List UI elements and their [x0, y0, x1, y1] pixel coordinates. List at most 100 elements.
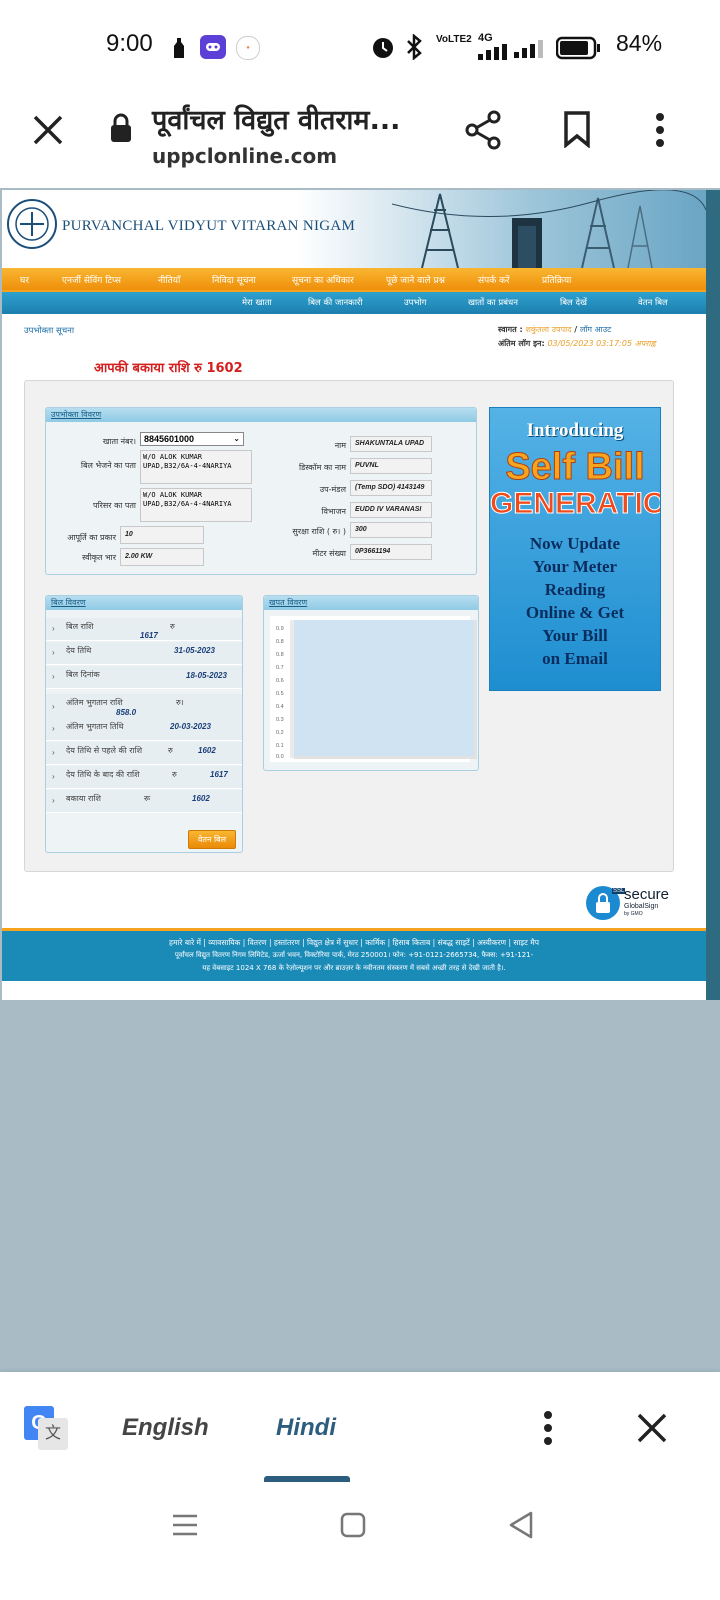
list-item: › देय तिथि 31-05-2023 — [46, 642, 242, 665]
translate-bar: G 文 English Hindi — [0, 1372, 720, 1484]
nav-contact[interactable]: संपर्क करें — [478, 273, 510, 286]
premises-address-field[interactable]: W/O ALOK KUMAR UPAD,B32/6A-4-4NARIYA — [140, 488, 252, 522]
source-language[interactable]: English — [122, 1414, 209, 1442]
list-item: › बिल दिनांक 18-05-2023 — [46, 666, 242, 689]
consumer-panel-title: उपभोक्ता विवरण — [46, 408, 476, 422]
sanctioned-load-field: 2.00 KW — [120, 548, 204, 566]
browser-toolbar: पूर्वांचल विद्युत वीतराम... uppclonline.… — [0, 92, 720, 188]
name-label: नाम — [334, 441, 346, 450]
list-item: › बिल राशि रु 1617 — [46, 618, 242, 641]
ad-line: Your Bill — [542, 626, 608, 645]
more-options-icon[interactable] — [654, 112, 666, 148]
bookmark-icon[interactable] — [562, 110, 592, 148]
close-icon[interactable] — [32, 114, 64, 146]
footer-links[interactable]: हमारे बारे में | व्यावसायिक | वितरण | हस… — [2, 938, 706, 948]
ssl-main: secure — [624, 886, 670, 903]
google-translate-icon[interactable]: G 文 — [24, 1406, 70, 1450]
nav-feedback[interactable]: प्रतिक्रिया — [542, 273, 571, 286]
ad-line: Online & Get — [525, 603, 625, 622]
row-currency: रु — [168, 746, 173, 755]
close-translate-icon[interactable] — [636, 1412, 668, 1444]
target-language[interactable]: Hindi — [276, 1414, 336, 1442]
list-item: › अंतिम भुगतान राशि रु। 858.0 — [46, 694, 242, 719]
y-tick: 0.8 — [276, 652, 284, 658]
discom-label: डिस्कॉम का नाम — [298, 463, 346, 472]
recent-apps-icon[interactable] — [172, 1512, 198, 1538]
row-label: देय तिथि के बाद की राशि — [66, 770, 140, 779]
subdivision-label: उप-मंडल — [319, 485, 346, 494]
account-label: खाता नंबर। — [102, 437, 136, 446]
ssl-secure-badge[interactable]: SSL secure GlobalSign by GMO — [586, 886, 682, 920]
section-label: उपभोक्ता सूचना — [24, 326, 75, 336]
nav-energy-tips[interactable]: एनर्जी सेविंग टिप्स — [62, 273, 121, 286]
nav-tenders[interactable]: निविदा सूचना — [212, 273, 256, 286]
nav-view-bill[interactable]: बिल देखें — [560, 297, 587, 308]
volte-indicator: VoLTE2 — [436, 34, 472, 45]
ad-line: Your Meter — [532, 557, 618, 576]
consumption-panel-title: खपत विवरण — [264, 596, 478, 610]
y-tick: 0.6 — [276, 678, 284, 684]
supply-type-field: 10 — [120, 526, 204, 544]
last-login-line: अंतिम लॉग इन: 03/05/2023 03:17:05 अपराह्… — [498, 339, 656, 348]
lock-icon[interactable] — [108, 112, 134, 144]
row-value: 1617 — [210, 770, 228, 779]
ssl-sub: GlobalSign — [624, 903, 659, 910]
nav-policies[interactable]: नीतियाँ — [158, 273, 180, 286]
account-number: 8845601000 — [144, 434, 195, 444]
share-icon[interactable] — [464, 110, 502, 150]
y-tick: 0.9 — [276, 626, 284, 632]
page-title: पूर्वांचल विद्युत वीतराम... — [152, 105, 401, 136]
y-tick: 0.8 — [276, 639, 284, 645]
y-tick: 0.3 — [276, 717, 284, 723]
battery-icon — [556, 36, 600, 60]
row-value: 1602 — [198, 746, 216, 755]
chevron-right-icon: › — [52, 748, 55, 757]
back-icon[interactable] — [508, 1510, 534, 1540]
ad-line: on Email — [542, 649, 608, 668]
nav-faq[interactable]: पूछे जाने वाले प्रश्न — [386, 273, 445, 286]
home-icon[interactable] — [340, 1512, 366, 1538]
ad-line: Reading — [544, 580, 606, 599]
brand-name: Purvanchal Vidyut Vitaran Nigam — [62, 218, 356, 234]
page-edge — [706, 190, 720, 1000]
row-value: 1602 — [192, 794, 210, 803]
security-field: 300 — [350, 522, 432, 538]
pay-bill-button[interactable]: वेतन बिल — [188, 830, 236, 849]
premises-address-label: परिसर का पता — [92, 501, 136, 510]
row-currency: रू — [144, 794, 151, 803]
last-login-value: 03/05/2023 03:17:05 अपराह्न — [547, 339, 656, 348]
ad-line: Now Update — [529, 534, 621, 553]
y-tick: 0.1 — [276, 743, 284, 749]
battery-percent: 84% — [616, 30, 663, 56]
billing-address-field[interactable]: W/O ALOK KUMAR UPAD,B32/6A-4-4NARIYA — [140, 450, 252, 484]
nav-my-account[interactable]: मेरा खाता — [242, 297, 272, 308]
nav-manage-accounts[interactable]: खातों का प्रबंधन — [468, 297, 518, 308]
self-bill-ad[interactable]: Introducing Self Bill GENERATION Now Upd… — [489, 407, 661, 691]
chevron-right-icon: › — [52, 702, 55, 711]
logout-link[interactable]: लॉग आउट — [580, 325, 611, 334]
chevron-right-icon: › — [52, 772, 55, 781]
chevron-right-icon: › — [52, 648, 55, 657]
site-footer: हमारे बारे में | व्यावसायिक | वितरण | हस… — [2, 928, 706, 981]
bill-details-panel: बिल विवरण › बिल राशि रु 1617 › देय तिथि 31-05… — [45, 595, 243, 853]
nav-home[interactable]: घर — [20, 273, 29, 286]
row-label: बकाया राशि — [66, 794, 101, 803]
nav-consumption[interactable]: उपभोग — [404, 297, 426, 308]
row-label: अंतिम भुगतान तिथि — [66, 722, 124, 731]
account-select[interactable]: 8845601000 ⌄ — [140, 432, 244, 446]
more-options-icon[interactable] — [542, 1410, 554, 1446]
page-url[interactable]: uppclonline.com — [152, 144, 337, 168]
welcome-user[interactable]: शकुंतला उपपाद — [525, 325, 571, 334]
alarm-icon — [373, 38, 393, 58]
row-label: बिल राशि — [66, 622, 94, 631]
nav-pay-bill[interactable]: वेतन बिल — [638, 297, 668, 308]
nav-rti[interactable]: सूचना का अधिकार — [292, 273, 354, 286]
due-amount-banner: आपकी बकाया राशि रु 1602 — [94, 361, 243, 376]
nav-bill-info[interactable]: बिल की जानकारी — [308, 297, 363, 308]
discom-field: PUVNL — [350, 458, 432, 474]
pvvnl-logo[interactable] — [6, 198, 58, 250]
network-type: 4G — [478, 32, 493, 44]
billing-address-label: बिल भेजने का पता — [80, 461, 136, 470]
welcome-line: स्वागत : शकुंतला उपपाद / लॉग आउट — [498, 325, 612, 334]
row-label: बिल दिनांक — [66, 670, 100, 679]
